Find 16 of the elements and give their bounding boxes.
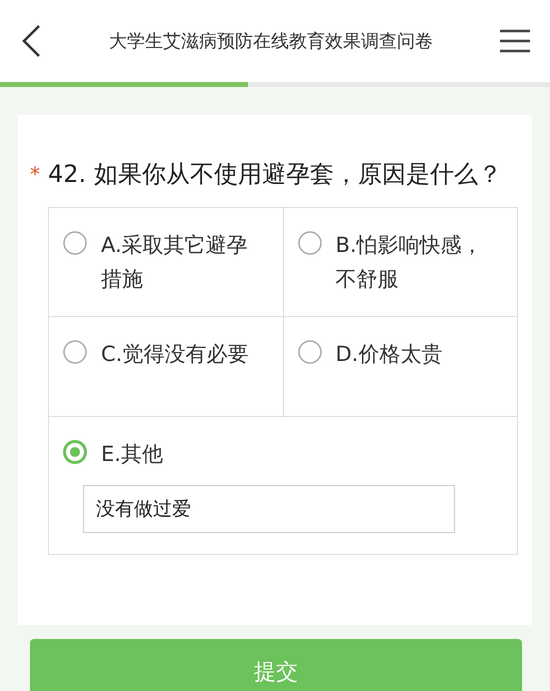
required-mark: * [30, 161, 41, 188]
radio-button[interactable] [63, 340, 87, 364]
option-label[interactable]: B.怕影响快感，不舒服 [336, 228, 486, 296]
option-label[interactable]: D.价格太贵 [336, 337, 442, 371]
radio-button[interactable] [63, 231, 87, 255]
radio-button[interactable] [298, 340, 322, 364]
option-label[interactable]: A.采取其它避孕措施 [101, 228, 251, 296]
option-label[interactable]: C.觉得没有必要 [101, 337, 248, 371]
question-text: 42. 如果你从不使用避孕套，原因是什么？ [48, 159, 502, 190]
survey-title: 大学生艾滋病预防在线教育效果调查问卷 [108, 30, 434, 53]
menu-icon[interactable] [500, 29, 530, 53]
radio-button[interactable] [63, 440, 87, 464]
option-label[interactable]: E.其他 [101, 437, 163, 471]
back-icon[interactable] [20, 24, 42, 58]
radio-button[interactable] [298, 231, 322, 255]
other-input-field[interactable]: 没有做过爱 [83, 485, 455, 533]
